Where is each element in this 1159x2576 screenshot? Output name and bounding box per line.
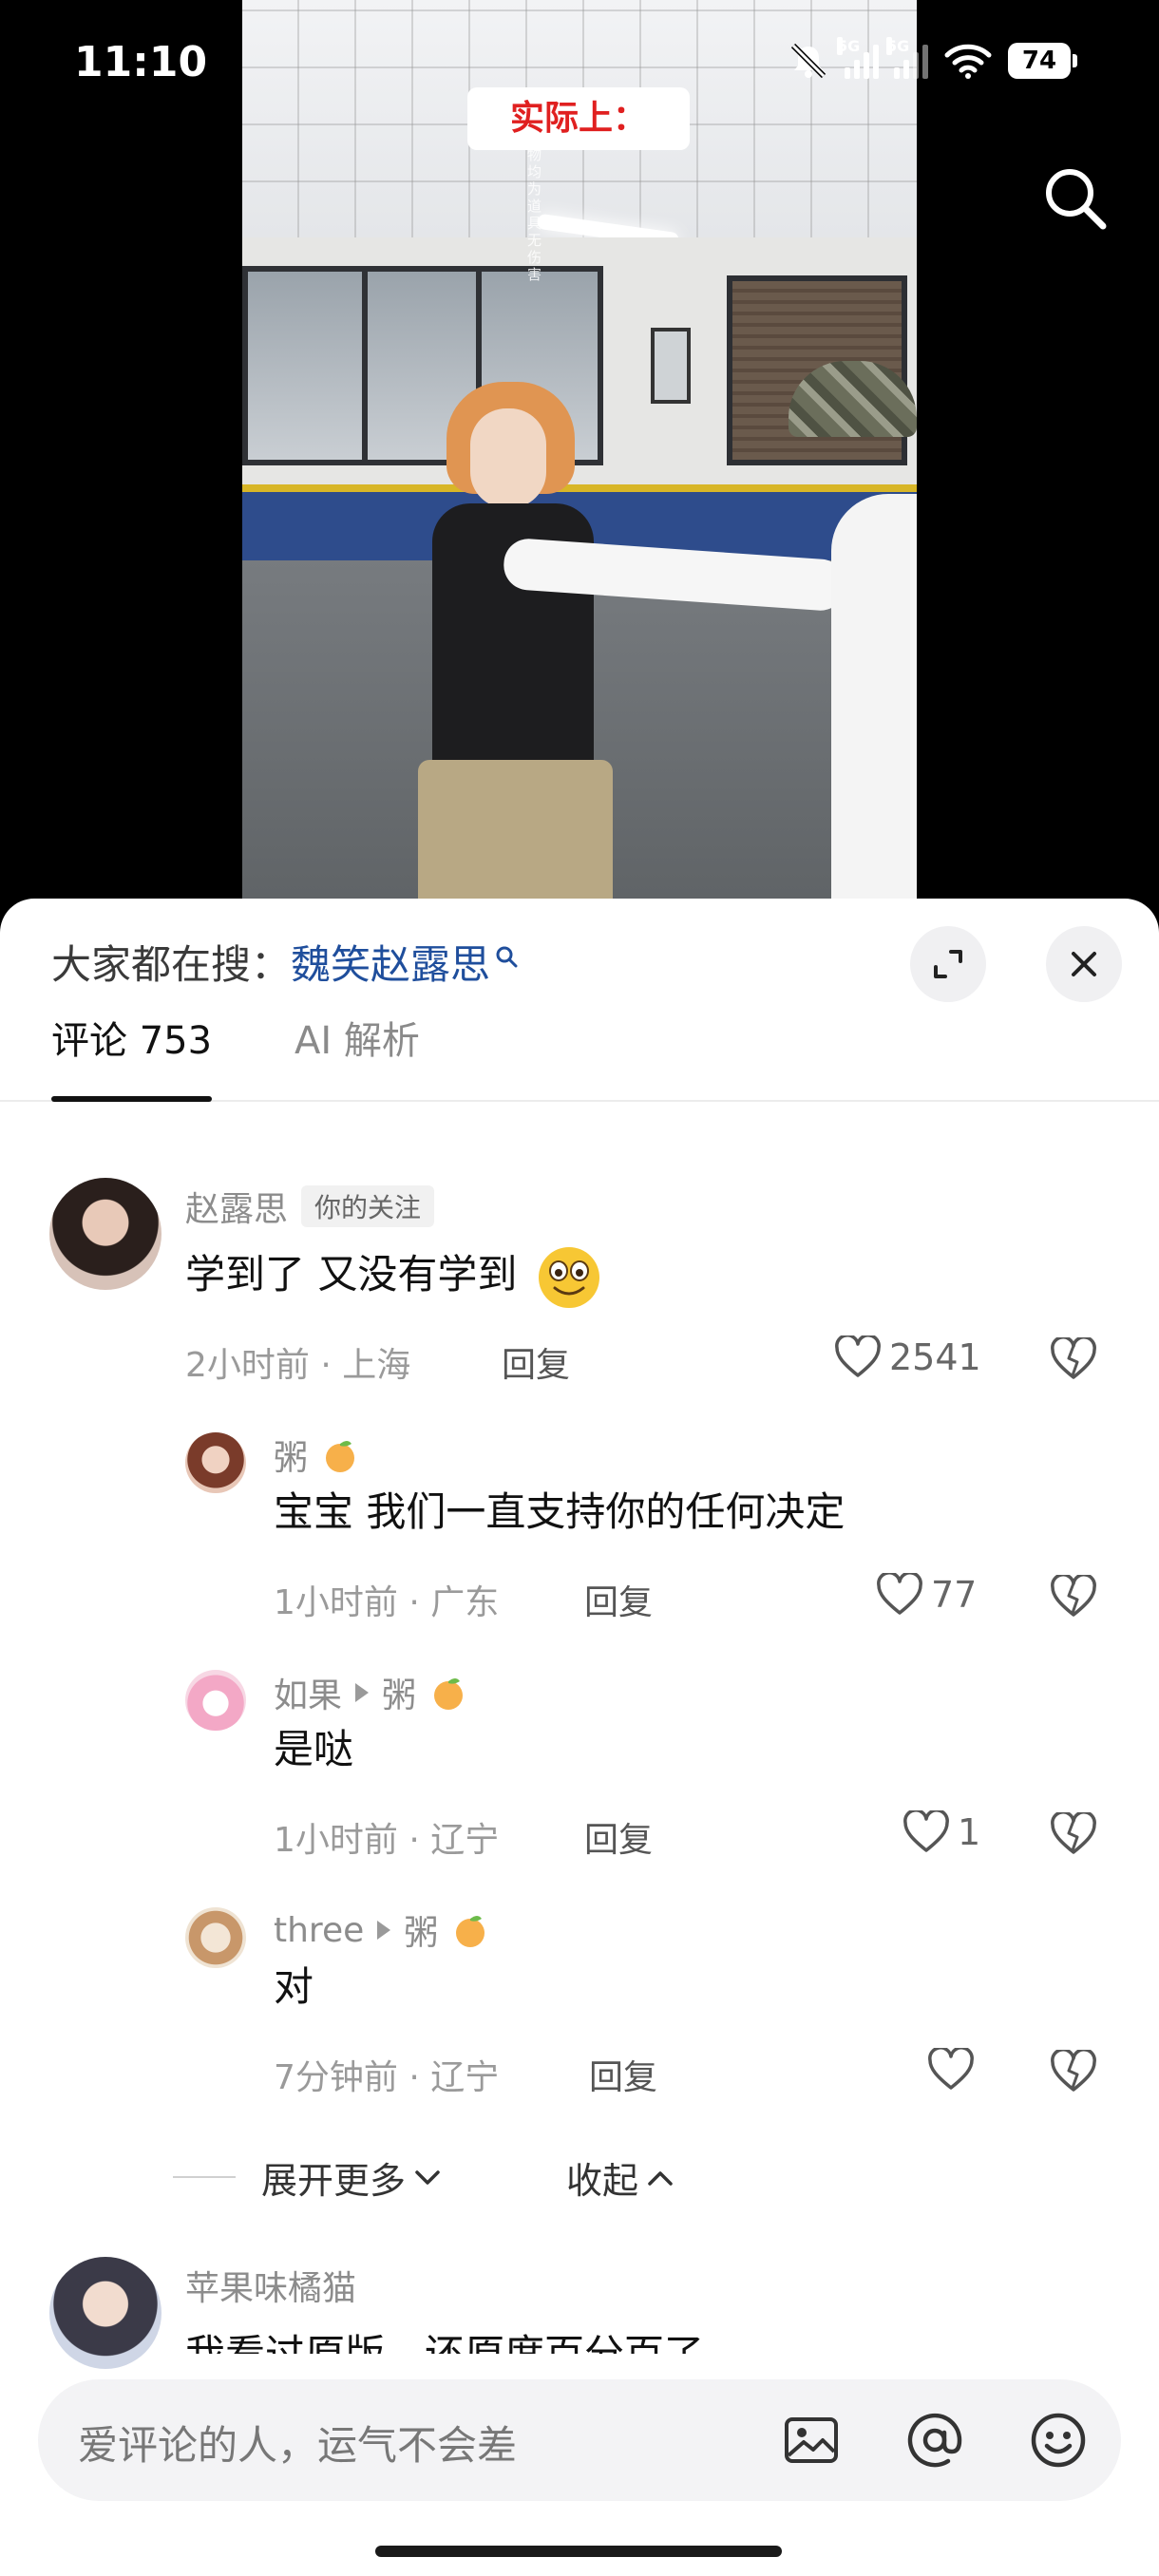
dislike-icon[interactable] — [1050, 1812, 1097, 1856]
reply-arrow-icon — [377, 1921, 391, 1940]
avatar[interactable] — [185, 1670, 246, 1731]
at-icon[interactable] — [904, 2410, 965, 2471]
status-icons: 5G 5G 74 — [788, 37, 1077, 80]
like-button[interactable]: 77 — [876, 1573, 977, 1617]
close-icon — [1072, 952, 1096, 976]
comment-author-name[interactable]: 赵露思 — [185, 1182, 288, 1231]
close-button[interactable] — [1046, 926, 1122, 1002]
comment-meta: 7分钟前 · 辽宁 — [274, 2058, 500, 2097]
peach-emoji-icon — [326, 1441, 355, 1472]
comment-text: 对 — [274, 1963, 314, 2010]
video-wall-frame — [651, 328, 691, 404]
avatar[interactable] — [185, 1432, 246, 1493]
comment-text: 我看过原版，还原度百分百了 — [185, 2321, 704, 2354]
peach-emoji-icon — [456, 1916, 485, 1947]
comment-sheet: 大家都在搜： 魏笑赵露思 评论 753 AI 解析 赵露思 你的关注 学到了 又… — [0, 899, 1159, 2576]
video-caption: 实际上： — [467, 87, 690, 150]
tab-comments[interactable]: 评论 753 — [51, 1013, 213, 1102]
comment-tabs: 评论 753 AI 解析 — [0, 1013, 1159, 1102]
like-button[interactable]: 1 — [902, 1810, 980, 1854]
follow-badge: 你的关注 — [301, 1185, 435, 1227]
expand-more-label: 展开更多 — [261, 2160, 407, 2202]
hot-search[interactable]: 大家都在搜： 魏笑赵露思 — [51, 933, 519, 991]
heart-icon — [903, 1810, 949, 1852]
signal-icon: 5G — [837, 37, 879, 79]
reply-to-name[interactable]: 粥 — [404, 1905, 438, 1955]
reply-button[interactable]: 回复 — [584, 1575, 653, 1624]
comment-meta: 2小时前 · 上海 — [185, 1346, 411, 1385]
avatar[interactable] — [185, 1907, 246, 1968]
chevron-down-icon — [415, 2169, 440, 2185]
comment-text: 学到了 又没有学到 — [185, 1242, 602, 1311]
battery-level: 74 — [1008, 43, 1071, 79]
image-icon[interactable] — [781, 2410, 842, 2471]
video-person-left-pants — [418, 760, 613, 912]
battery-icon: 74 — [1008, 43, 1077, 79]
chevron-up-icon — [648, 2170, 673, 2186]
comment-text: 宝宝 我们一直支持你的任何决定 — [274, 1488, 846, 1535]
search-small-icon — [496, 946, 518, 967]
heart-icon — [877, 1573, 922, 1615]
reply-button[interactable]: 回复 — [589, 2050, 657, 2099]
comment-input[interactable]: 爱评论的人，运气不会差 — [78, 2414, 517, 2472]
network-label-1: 5G — [837, 37, 861, 55]
like-button[interactable] — [927, 2048, 982, 2092]
signal-icon-2: 5G — [886, 37, 928, 79]
heart-icon — [835, 1335, 881, 1377]
home-indicator[interactable] — [375, 2546, 782, 2557]
reply-to-name[interactable]: 粥 — [382, 1668, 416, 1717]
bell-mute-icon — [790, 43, 826, 79]
comment-input-bar[interactable]: 爱评论的人，运气不会差 — [38, 2379, 1121, 2501]
like-count: 1 — [958, 1811, 981, 1853]
peach-emoji-icon — [434, 1678, 464, 1710]
comment-author[interactable]: 赵露思 你的关注 — [185, 1182, 435, 1231]
dislike-icon[interactable] — [1050, 1575, 1097, 1619]
comment-meta: 1小时前 · 辽宁 — [274, 1821, 500, 1860]
collapse-button[interactable]: 收起 — [566, 2151, 674, 2204]
comment-author[interactable]: 粥 — [274, 1430, 359, 1480]
video-person-right — [831, 494, 917, 912]
comment-text: 是哒 — [274, 1726, 354, 1772]
like-button[interactable]: 2541 — [834, 1335, 981, 1379]
comment-author[interactable]: 苹果味橘猫 — [185, 2261, 356, 2310]
expand-icon — [934, 950, 962, 978]
avatar[interactable] — [49, 2257, 162, 2369]
comment-author[interactable]: three 粥 — [274, 1905, 489, 1955]
like-count: 77 — [931, 1574, 978, 1616]
replies-toggle: 展开更多 收起 — [0, 2148, 1159, 2205]
comment-meta: 1小时前 · 广东 — [274, 1583, 500, 1622]
video-player[interactable]: 视频器物均为道具 无伤害 实际上： 11:10 5G 5G 74 — [0, 0, 1159, 912]
comment-author-name[interactable]: 苹果味橘猫 — [185, 2261, 356, 2310]
status-time: 11:10 — [74, 38, 208, 86]
dislike-icon[interactable] — [1050, 1337, 1097, 1381]
comment-author[interactable]: 如果 粥 — [274, 1668, 467, 1717]
dislike-icon[interactable] — [1050, 2050, 1097, 2093]
hot-search-label: 大家都在搜： — [51, 941, 292, 988]
emoji-icon[interactable] — [1028, 2410, 1089, 2471]
reply-button[interactable]: 回复 — [584, 1812, 653, 1862]
divider — [173, 2176, 236, 2178]
expand-more-button[interactable]: 展开更多 — [261, 2151, 442, 2204]
grin-emoji-icon — [538, 1246, 599, 1308]
comment-author-name[interactable]: 粥 — [274, 1430, 308, 1480]
reply-arrow-icon — [355, 1683, 370, 1702]
expand-button[interactable] — [910, 926, 986, 1002]
wifi-icon — [944, 44, 992, 79]
reply-button[interactable]: 回复 — [502, 1337, 570, 1387]
comment-text-body: 学到了 又没有学到 — [185, 1251, 518, 1297]
search-icon[interactable] — [1040, 163, 1111, 234]
hot-search-keyword[interactable]: 魏笑赵露思 — [291, 933, 490, 991]
video-person-left-face — [470, 408, 546, 508]
like-count: 2541 — [889, 1336, 981, 1378]
comment-author-name[interactable]: 如果 — [274, 1668, 342, 1717]
collapse-label: 收起 — [566, 2160, 639, 2202]
network-label-2: 5G — [886, 37, 910, 55]
avatar[interactable] — [49, 1178, 162, 1290]
heart-icon — [928, 2048, 974, 2090]
tab-ai-analysis[interactable]: AI 解析 — [294, 1013, 420, 1102]
comment-author-name[interactable]: three — [274, 1911, 364, 1950]
